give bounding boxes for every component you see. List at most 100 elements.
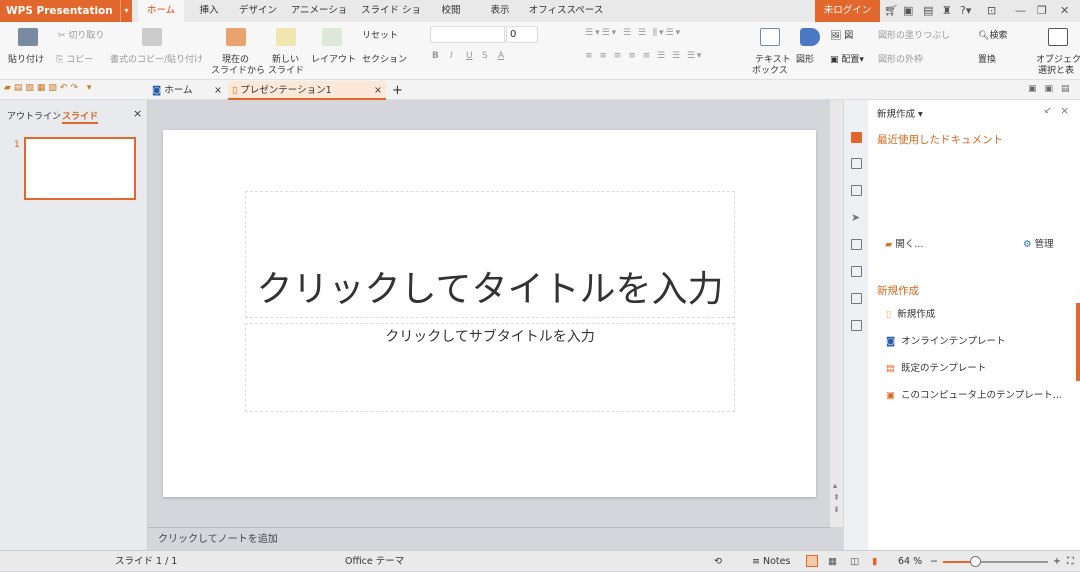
- vertical-scrollbar[interactable]: ▴ ⇞ ⇟: [830, 100, 843, 527]
- doc-tab-home[interactable]: ◙ ホーム ×: [148, 81, 226, 100]
- title-placeholder[interactable]: クリックしてタイトルを入力: [245, 191, 735, 318]
- online-template-item[interactable]: ◙ オンラインテンプレート: [886, 333, 1005, 347]
- zoom-level: 64 %: [898, 556, 923, 567]
- from-current-line2[interactable]: スライドから: [211, 63, 265, 76]
- new-slide-line2[interactable]: スライド: [268, 63, 304, 76]
- cart-icon[interactable]: 🛒︎: [884, 4, 898, 17]
- new-blank-item[interactable]: ▯ 新規作成: [886, 306, 935, 320]
- zoom-out-button[interactable]: −: [930, 551, 938, 572]
- restore-icon[interactable]: ❐: [1037, 4, 1047, 17]
- notes-toggle[interactable]: ≡ Notes: [752, 551, 790, 572]
- save-icon[interactable]: ▤: [923, 4, 933, 17]
- close-tab-icon[interactable]: ×: [374, 81, 382, 100]
- select-line2[interactable]: 選択と表: [1038, 63, 1074, 76]
- arrange-button[interactable]: ▣ 配置▾: [830, 52, 864, 65]
- slide-sorter-button[interactable]: ▦: [828, 551, 837, 572]
- outline-button[interactable]: 図形の外枠: [878, 52, 923, 65]
- tab-insert[interactable]: 挿入: [192, 0, 226, 22]
- layout-button[interactable]: レイアウト: [311, 52, 356, 65]
- doc-icon[interactable]: ▣: [903, 4, 913, 17]
- italic-button[interactable]: I: [450, 51, 453, 61]
- zoom-in-button[interactable]: +: [1053, 551, 1061, 572]
- task-pane-header[interactable]: 新規作成 ▾: [877, 106, 923, 120]
- align-buttons[interactable]: ≡ ≡ ≡ ≡ ≡ ☰ ☰ ☰▾: [585, 51, 703, 61]
- list-buttons[interactable]: ☰▾☰▾ ☰ ☰ ⫼▾☰▾: [585, 28, 682, 38]
- pane-collapse-handle[interactable]: [1076, 303, 1080, 381]
- doc-tab-tools[interactable]: ▣▣▤: [1028, 84, 1078, 94]
- font-name-select[interactable]: [430, 26, 505, 43]
- chevron-down-icon[interactable]: ▾: [120, 0, 132, 22]
- app-menu-button[interactable]: WPS Presentation ▾: [0, 0, 132, 22]
- tab-outline[interactable]: アウトライン: [7, 109, 61, 122]
- tab-slideshow[interactable]: スライド ショー: [358, 0, 424, 38]
- animation-icon[interactable]: [851, 239, 862, 250]
- status-bar: スライド 1 / 1 Office テーマ ⟲ ≡ Notes ▦ ◫ ▮ 64…: [0, 550, 1080, 571]
- font-color-button[interactable]: A: [498, 51, 504, 61]
- zoom-slider-thumb[interactable]: [969, 556, 981, 567]
- doc-tab-presentation[interactable]: ▯ プレゼンテーション1 ×: [228, 81, 386, 100]
- find-button[interactable]: 🔍︎検索: [978, 28, 1007, 41]
- new-doc-icon[interactable]: [851, 132, 862, 143]
- copy-button[interactable]: ⎘ コピー: [56, 52, 93, 65]
- gear-icon: ⚙: [1023, 239, 1032, 250]
- settings-icon[interactable]: [851, 320, 862, 331]
- slide[interactable]: クリックしてタイトルを入力 クリックしてサブタイトルを入力: [163, 130, 816, 497]
- ppt-file-icon: ▯: [232, 85, 238, 96]
- help-icon[interactable]: ?▾: [960, 4, 971, 17]
- new-tab-button[interactable]: +: [388, 81, 403, 100]
- replace-button[interactable]: 置換: [978, 52, 996, 65]
- quick-access-toolbar[interactable]: ▰▤▧▦▨↶↷ ▾: [4, 83, 94, 93]
- notes-area[interactable]: クリックしてノートを追加: [148, 527, 830, 550]
- skin-icon[interactable]: ♜: [942, 4, 952, 17]
- layers-icon[interactable]: [851, 185, 862, 196]
- slide-thumbnail[interactable]: [24, 137, 136, 200]
- default-template-item[interactable]: ▤ 既定のテンプレート: [886, 360, 986, 374]
- styles-icon[interactable]: [851, 158, 862, 169]
- tab-animation[interactable]: アニメーション: [288, 0, 350, 38]
- section-button[interactable]: セクション: [362, 52, 407, 65]
- picture-button[interactable]: 🖼︎ 図: [830, 28, 853, 41]
- reading-view-button[interactable]: ◫: [850, 551, 859, 572]
- reset-button[interactable]: リセット: [362, 28, 398, 41]
- minimize-icon[interactable]: —: [1015, 4, 1026, 17]
- local-template-item[interactable]: ▣ このコンピュータ上のテンプレート...: [886, 387, 1062, 401]
- close-panel-icon[interactable]: ×: [133, 107, 142, 120]
- cut-button[interactable]: ✂ 切り取り: [58, 28, 104, 41]
- close-pane-icon[interactable]: ×: [1060, 104, 1069, 117]
- login-button[interactable]: 未ログイン: [815, 0, 880, 22]
- underline-button[interactable]: U: [466, 51, 473, 61]
- backup-icon[interactable]: ⟲: [714, 551, 722, 572]
- textbox-line2[interactable]: ボックス: [752, 63, 788, 76]
- strike-button[interactable]: S: [482, 51, 488, 61]
- slideshow-button[interactable]: ▮: [872, 551, 877, 572]
- tab-home[interactable]: ホーム: [138, 0, 184, 23]
- dock-icon[interactable]: ↙: [1044, 105, 1052, 116]
- tab-office-space[interactable]: オフィススペース: [528, 0, 604, 22]
- pin-icon[interactable]: ⊡: [987, 4, 996, 17]
- zoom-slider[interactable]: [943, 556, 1048, 567]
- bold-button[interactable]: B: [432, 51, 439, 61]
- slide-layout-icon[interactable]: [851, 266, 862, 277]
- shape-button[interactable]: 図形: [796, 52, 814, 65]
- close-tab-icon[interactable]: ×: [214, 81, 222, 100]
- prev-next-slide-buttons[interactable]: ▴ ⇞ ⇟: [833, 480, 840, 516]
- format-painter-button[interactable]: 書式のコピー/貼り付け: [110, 52, 203, 65]
- backup-icon[interactable]: [851, 293, 862, 304]
- doc-tab-label: ホーム: [164, 85, 193, 96]
- open-button[interactable]: ▰ 開く...: [885, 236, 923, 250]
- tab-slides[interactable]: スライド: [62, 109, 99, 124]
- tab-view[interactable]: 表示: [480, 0, 520, 22]
- send-icon[interactable]: ➤: [851, 212, 862, 223]
- item-label: このコンピュータ上のテンプレート...: [901, 390, 1062, 401]
- paste-button[interactable]: 貼り付け: [8, 52, 44, 65]
- manage-button[interactable]: ⚙ 管理: [1023, 236, 1054, 250]
- fill-button[interactable]: 図形の塗りつぶし: [878, 28, 950, 41]
- subtitle-placeholder[interactable]: クリックしてサブタイトルを入力: [245, 323, 735, 412]
- font-size-select[interactable]: 0: [506, 26, 538, 43]
- tab-review[interactable]: 校閲: [432, 0, 470, 22]
- wps-icon: ◙: [152, 85, 162, 96]
- fit-window-icon[interactable]: ⛶: [1067, 551, 1074, 572]
- close-icon[interactable]: ✕: [1060, 4, 1069, 17]
- tab-design[interactable]: デザイン: [234, 0, 282, 22]
- normal-view-button[interactable]: [806, 555, 818, 567]
